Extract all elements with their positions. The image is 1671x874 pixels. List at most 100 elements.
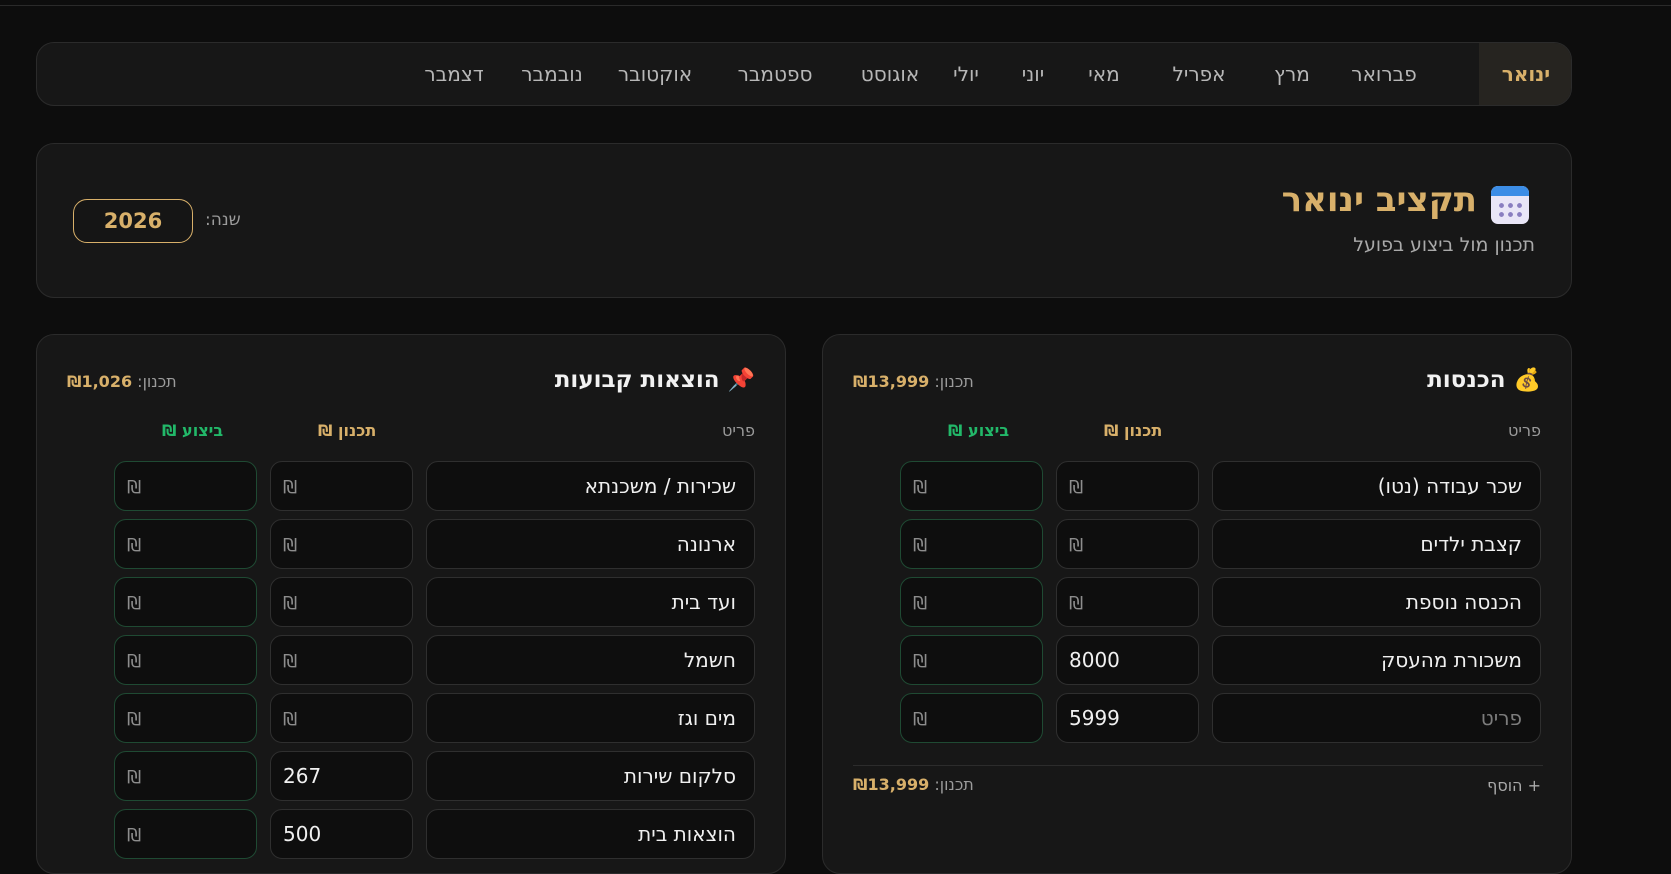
table-row: משכורת מהעסק 8000 ₪ bbox=[823, 635, 1573, 685]
tab-month-10[interactable]: אוקטובר bbox=[618, 43, 692, 105]
plan-amount-input[interactable]: ₪ bbox=[1056, 577, 1199, 627]
item-name-input[interactable]: שכר עבודה (נטו) bbox=[1212, 461, 1541, 511]
shekel-symbol: ₪ bbox=[1069, 477, 1084, 498]
actual-amount-input[interactable]: ₪ bbox=[114, 577, 257, 627]
plan-amount-input[interactable]: ₪ bbox=[270, 461, 413, 511]
year-input[interactable]: 2026 bbox=[73, 199, 193, 243]
table-row: שכירות / משכנתא ₪ ₪ bbox=[37, 461, 787, 511]
shekel-symbol: ₪ bbox=[913, 477, 928, 498]
plan-amount-input[interactable]: 267 bbox=[270, 751, 413, 801]
income-title: 💰 הכנסות bbox=[1427, 367, 1541, 393]
actual-amount-input[interactable]: ₪ bbox=[900, 635, 1043, 685]
item-name-input[interactable]: מים וגז bbox=[426, 693, 755, 743]
income-col-plan: תכנון ₪ bbox=[1104, 421, 1163, 440]
actual-amount-input[interactable]: ₪ bbox=[114, 693, 257, 743]
actual-amount-input[interactable]: ₪ bbox=[114, 461, 257, 511]
item-name-input[interactable]: הוצאות בית bbox=[426, 809, 755, 859]
item-name-input[interactable]: פריט bbox=[1212, 693, 1541, 743]
item-name-input[interactable]: ועד בית bbox=[426, 577, 755, 627]
item-name-input[interactable]: משכורת מהעסק bbox=[1212, 635, 1541, 685]
shekel-symbol: ₪ bbox=[127, 709, 142, 730]
shekel-symbol: ₪ bbox=[127, 825, 142, 846]
fixed-expenses-card: 📌 הוצאות קבועות תכנון: ₪1,026 פריט תכנון… bbox=[36, 334, 786, 874]
plan-amount-input[interactable]: ₪ bbox=[270, 693, 413, 743]
shekel-symbol: ₪ bbox=[1069, 593, 1084, 614]
item-name-input[interactable]: הכנסה נוספת bbox=[1212, 577, 1541, 627]
shekel-symbol: ₪ bbox=[913, 651, 928, 672]
plan-amount-input[interactable]: ₪ bbox=[270, 577, 413, 627]
table-row: ארנונה ₪ ₪ bbox=[37, 519, 787, 569]
fixed-plan-total-value: ₪1,026 bbox=[67, 372, 133, 391]
table-row: ועד בית ₪ ₪ bbox=[37, 577, 787, 627]
tab-month-2[interactable]: פברואר bbox=[1351, 43, 1416, 105]
income-title-label: הכנסות bbox=[1427, 367, 1506, 393]
shekel-symbol: ₪ bbox=[127, 651, 142, 672]
actual-amount-input[interactable]: ₪ bbox=[900, 519, 1043, 569]
actual-amount-input[interactable]: ₪ bbox=[900, 461, 1043, 511]
actual-amount-input[interactable]: ₪ bbox=[900, 577, 1043, 627]
item-name-input[interactable]: חשמל bbox=[426, 635, 755, 685]
item-name-input[interactable]: קצבת ילדים bbox=[1212, 519, 1541, 569]
fixed-plan-total-label: תכנון: bbox=[137, 372, 177, 391]
page-subtitle: תכנון מול ביצוע בפועל bbox=[1353, 234, 1535, 256]
actual-amount-input[interactable]: ₪ bbox=[114, 519, 257, 569]
table-row: שכר עבודה (נטו) ₪ ₪ bbox=[823, 461, 1573, 511]
plan-amount-input[interactable]: ₪ bbox=[1056, 519, 1199, 569]
tab-month-3[interactable]: מרץ bbox=[1274, 43, 1310, 105]
item-name-input[interactable]: ארנונה bbox=[426, 519, 755, 569]
tab-month-5[interactable]: מאי bbox=[1088, 43, 1119, 105]
table-row: קצבת ילדים ₪ ₪ bbox=[823, 519, 1573, 569]
income-card: 💰 הכנסות תכנון: ₪13,999 פריט תכנון ₪ ביצ… bbox=[822, 334, 1572, 874]
shekel-symbol: ₪ bbox=[283, 477, 298, 498]
table-row: הכנסה נוספת ₪ ₪ bbox=[823, 577, 1573, 627]
income-plan-total-value: ₪13,999 bbox=[853, 372, 930, 391]
plan-amount-input[interactable]: ₪ bbox=[270, 519, 413, 569]
tab-month-7[interactable]: יולי bbox=[953, 43, 979, 105]
table-row: פריט 5999 ₪ bbox=[823, 693, 1573, 743]
plan-amount-input[interactable]: 500 bbox=[270, 809, 413, 859]
tab-month-4[interactable]: אפריל bbox=[1173, 43, 1226, 105]
shekel-symbol: ₪ bbox=[283, 651, 298, 672]
tab-month-9[interactable]: ספטמבר bbox=[738, 43, 813, 105]
income-footer-label: תכנון: bbox=[934, 775, 974, 794]
shekel-symbol: ₪ bbox=[913, 709, 928, 730]
income-footer-total: תכנון: ₪13,999 bbox=[853, 775, 974, 794]
item-name-input[interactable]: שכירות / משכנתא bbox=[426, 461, 755, 511]
fixed-title: 📌 הוצאות קבועות bbox=[555, 367, 755, 393]
tab-month-8[interactable]: אוגוסט bbox=[861, 43, 919, 105]
shekel-symbol: ₪ bbox=[127, 535, 142, 556]
shekel-symbol: ₪ bbox=[283, 709, 298, 730]
plan-amount-input[interactable]: 5999 bbox=[1056, 693, 1199, 743]
income-divider bbox=[853, 765, 1543, 766]
plan-amount-input[interactable]: ₪ bbox=[270, 635, 413, 685]
shekel-symbol: ₪ bbox=[1069, 535, 1084, 556]
money-bag-icon: 💰 bbox=[1513, 368, 1541, 393]
table-row: חשמל ₪ ₪ bbox=[37, 635, 787, 685]
item-name-input[interactable]: סלקום שירות bbox=[426, 751, 755, 801]
tab-month-11[interactable]: נובמבר bbox=[521, 43, 582, 105]
income-plan-total-label: תכנון: bbox=[934, 372, 974, 391]
tab-month-12[interactable]: דצמבר bbox=[424, 43, 483, 105]
fixed-title-label: הוצאות קבועות bbox=[554, 367, 720, 393]
income-footer-value: ₪13,999 bbox=[853, 775, 930, 794]
fixed-plan-total: תכנון: ₪1,026 bbox=[67, 372, 177, 391]
tab-month-6[interactable]: יוני bbox=[1022, 43, 1044, 105]
shekel-symbol: ₪ bbox=[127, 767, 142, 788]
budget-header-card: תקציב ינואר תכנון מול ביצוע בפועל שנה: 2… bbox=[36, 143, 1572, 298]
actual-amount-input[interactable]: ₪ bbox=[114, 751, 257, 801]
plan-amount-input[interactable]: 8000 bbox=[1056, 635, 1199, 685]
shekel-symbol: ₪ bbox=[913, 535, 928, 556]
page-title: תקציב ינואר bbox=[1281, 180, 1477, 220]
fixed-col-actual: ביצוע ₪ bbox=[162, 421, 224, 440]
plan-amount-input[interactable]: ₪ bbox=[1056, 461, 1199, 511]
tab-month-1[interactable]: ינואר bbox=[1479, 43, 1571, 105]
actual-amount-input[interactable]: ₪ bbox=[114, 635, 257, 685]
calendar-icon bbox=[1491, 186, 1529, 224]
fixed-col-item: פריט bbox=[722, 421, 755, 440]
shekel-symbol: ₪ bbox=[283, 593, 298, 614]
shekel-symbol: ₪ bbox=[127, 477, 142, 498]
actual-amount-input[interactable]: ₪ bbox=[900, 693, 1043, 743]
pushpin-icon: 📌 bbox=[727, 368, 755, 393]
actual-amount-input[interactable]: ₪ bbox=[114, 809, 257, 859]
add-income-button[interactable]: + הוסף bbox=[1487, 776, 1541, 795]
